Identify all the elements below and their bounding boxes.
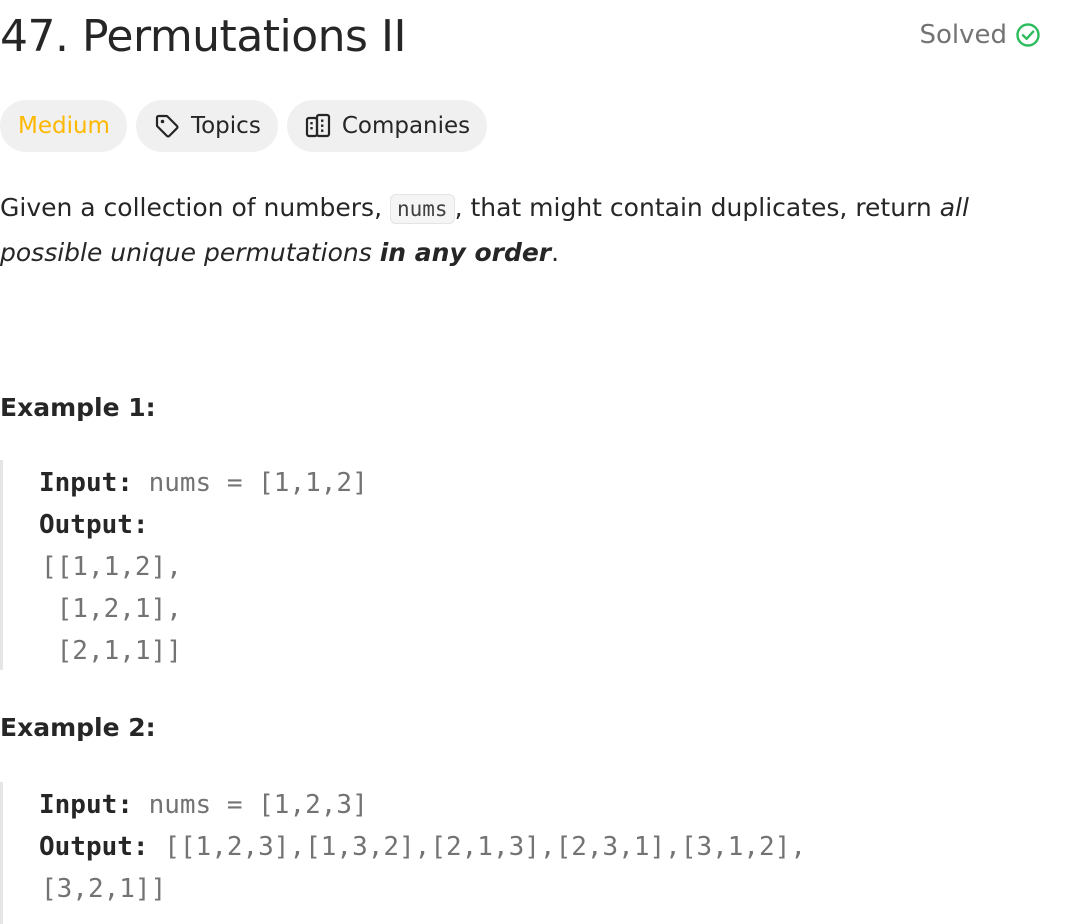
statement-space [372, 238, 380, 267]
companies-label: Companies [341, 113, 471, 139]
building-icon [304, 112, 332, 140]
example-2-title: Example 2: [0, 713, 156, 742]
example-2-output-continuation: [3,2,1]] [41, 874, 167, 904]
example-1-block: Input: nums = [1,1,2] Output: [[1,1,2], … [0, 460, 1040, 670]
example-1-input-value: nums = [1,1,2] [132, 468, 368, 498]
example-1-output-line-1: [[1,1,2], [41, 552, 182, 582]
problem-description-panel: 47. Permutations II Solved Medium Topics [0, 0, 1068, 924]
problem-tags: Medium Topics Companies [0, 100, 488, 152]
check-circle-icon [1015, 22, 1041, 48]
statement-text-2: , that might contain duplicates, return [454, 193, 940, 222]
example-1-input: Input: nums = [1,1,2] [39, 462, 368, 504]
example-1-output-line-2: [1,2,1], [41, 594, 182, 624]
statement-text-1: Given a collection of numbers, [0, 193, 390, 222]
example-2-input: Input: nums = [1,2,3] [39, 784, 368, 826]
companies-button[interactable]: Companies [286, 100, 488, 152]
problem-title[interactable]: 47. Permutations II [0, 6, 406, 68]
statement-bold-italic: in any order [379, 238, 552, 267]
example-2-output: Output: [[1,2,3],[1,3,2],[2,1,3],[2,3,1]… [39, 826, 806, 868]
example-1-output-line-3: [2,1,1]] [41, 636, 182, 666]
example-1-title: Example 1: [0, 393, 156, 422]
example-1-output-label: Output: [39, 510, 149, 540]
topics-button[interactable]: Topics [135, 100, 278, 152]
inline-code-nums: nums [389, 194, 455, 224]
example-1-input-label: Input: [39, 468, 133, 498]
solved-status: Solved [919, 20, 1041, 50]
problem-statement: Given a collection of numbers, nums, tha… [0, 186, 1040, 275]
difficulty-label: Medium [18, 113, 110, 139]
example-2-block: Input: nums = [1,2,3] Output: [[1,2,3],[… [0, 782, 1040, 924]
tag-icon [153, 112, 181, 140]
example-2-input-label: Input: [39, 790, 133, 820]
solved-label: Solved [919, 20, 1007, 50]
example-1-output: Output: [39, 504, 149, 546]
example-2-input-value: nums = [1,2,3] [132, 790, 368, 820]
topics-label: Topics [190, 113, 261, 139]
example-2-output-value: [[1,2,3],[1,3,2],[2,1,3],[2,3,1],[3,1,2]… [148, 832, 807, 862]
example-2-output-label: Output: [39, 832, 149, 862]
statement-end: . [551, 238, 560, 267]
difficulty-badge[interactable]: Medium [0, 100, 127, 152]
problem-header: 47. Permutations II Solved [0, 6, 1045, 68]
